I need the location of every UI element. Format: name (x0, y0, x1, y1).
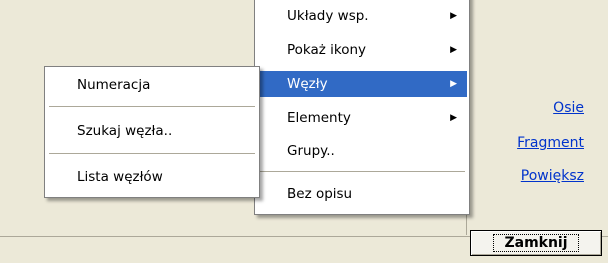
menu-item-label: Węzły (287, 76, 328, 92)
right-panel (466, 0, 608, 235)
submenu-wezly: Numeracja Szukaj węzła.. Lista węzłów (44, 66, 260, 198)
submenu-arrow-icon: ▶ (450, 11, 457, 21)
menu-item-label: Lista węzłów (77, 169, 163, 185)
menu-item-label: Układy wsp. (287, 8, 369, 24)
submenu-arrow-icon: ▶ (450, 113, 457, 123)
menu-item-grupy[interactable]: Grupy.. (257, 138, 467, 164)
close-button-label: Zamknij (493, 234, 579, 252)
context-menu: Układy wsp. ▶ Pokaż ikony ▶ Węzły ▶ Elem… (254, 0, 470, 215)
menu-item-label: Pokaż ikony (287, 42, 367, 58)
menu-item-label: Grupy.. (287, 143, 335, 159)
powieksz-link[interactable]: Powiększ (521, 168, 584, 184)
submenu-arrow-icon: ▶ (450, 79, 457, 89)
menu-item-label: Elementy (287, 110, 351, 126)
menu-item-label: Numeracja (77, 77, 151, 93)
menu-separator (49, 106, 255, 107)
submenu-item-lista-wezlow[interactable]: Lista węzłów (47, 164, 257, 190)
submenu-item-szukaj-wezla[interactable]: Szukaj węzła.. (47, 118, 257, 144)
menu-item-label: Bez opisu (287, 186, 353, 202)
osie-link[interactable]: Osie (553, 100, 584, 116)
submenu-item-numeracja[interactable]: Numeracja (47, 72, 257, 98)
menu-item-wezly[interactable]: Węzły ▶ (257, 71, 467, 97)
menu-item-pokaz-ikony[interactable]: Pokaż ikony ▶ (257, 37, 467, 63)
submenu-arrow-icon: ▶ (450, 45, 457, 55)
menu-separator (49, 153, 255, 154)
menu-separator (259, 171, 465, 172)
menu-item-uklady-wsp[interactable]: Układy wsp. ▶ (257, 3, 467, 29)
fragment-link[interactable]: Fragment (517, 135, 584, 151)
menu-item-label: Szukaj węzła.. (77, 123, 173, 139)
menu-item-bez-opisu[interactable]: Bez opisu (257, 181, 467, 207)
close-button[interactable]: Zamknij (470, 230, 602, 256)
menu-item-elementy[interactable]: Elementy ▶ (257, 105, 467, 131)
